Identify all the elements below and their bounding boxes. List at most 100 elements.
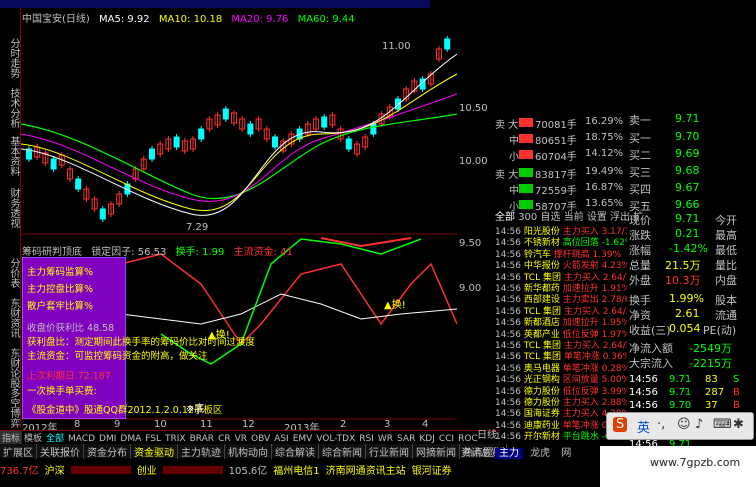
qtab-current[interactable]: 当前 xyxy=(564,212,584,223)
tab-price-table[interactable]: 分价表 xyxy=(2,258,19,288)
tab-fsl[interactable]: FSL xyxy=(143,434,163,444)
status-server-2: 济南网通资讯主站 xyxy=(325,466,406,477)
tab-industry-news[interactable]: 行业新闻 xyxy=(366,444,413,459)
candle xyxy=(50,158,57,170)
tab-brar[interactable]: BRAR xyxy=(188,434,216,444)
tab-cci[interactable]: CCI xyxy=(437,434,456,444)
tab-trix[interactable]: TRIX xyxy=(163,434,188,444)
tab-cr[interactable]: CR xyxy=(216,434,233,444)
status-server-3: 银河证券 xyxy=(411,466,452,477)
indicator-title-line: 筹码研判顶底 锁定因子: 56.53 换手: 1.99 主流资金: 41 xyxy=(22,243,293,258)
tab-vr[interactable]: VR xyxy=(233,434,249,444)
keyboard-icon[interactable]: ⌨ xyxy=(713,417,732,432)
x-tick: 2 xyxy=(340,419,347,430)
tab-technical[interactable]: 技术分析 xyxy=(2,88,19,128)
ladder-row: 买五 9.66 xyxy=(629,198,700,213)
qtab-fav[interactable]: 自选 xyxy=(540,212,560,223)
qtab-300[interactable]: 300 xyxy=(518,212,537,223)
alert-row[interactable]: 14:56 TCL 集团 主力买入 2.64/2 xyxy=(495,338,627,351)
tab-macd[interactable]: MACD xyxy=(66,434,97,444)
tab-main-track[interactable]: 主力轨迹 xyxy=(178,444,225,459)
x-tick: 3 xyxy=(384,419,391,430)
tab-kdj[interactable]: KDJ xyxy=(417,434,437,444)
order-row: 中 80651手 18.75% xyxy=(509,132,624,147)
status-volume-sh: 736.7亿 xyxy=(0,466,39,477)
tab-asi[interactable]: ASI xyxy=(272,434,291,444)
x-tick: 12 xyxy=(242,419,255,430)
tab-dmi[interactable]: DMI xyxy=(97,434,118,444)
ladder-row: 买一 9.70 xyxy=(629,130,700,145)
tab-emv[interactable]: EMV xyxy=(291,434,315,444)
settings-icon[interactable]: ✱ xyxy=(733,417,744,432)
tab-extension[interactable]: 扩展区 xyxy=(0,444,37,459)
tab-basic-info[interactable]: 基本资料 xyxy=(2,136,19,176)
alert-row[interactable]: 14:56 TCL 集团 主力买入 2.64/30 xyxy=(495,304,627,317)
tab-related-quote[interactable]: 关联报价 xyxy=(37,444,84,459)
info-row: 净资 2.61 流通 xyxy=(629,307,737,322)
tab-financial[interactable]: 财务透视 xyxy=(2,188,19,228)
alert-time: 14:56 xyxy=(495,432,521,443)
tab-time-share[interactable]: 分时走势 xyxy=(2,38,19,78)
legend-item: 上次利期日.72.187 xyxy=(27,371,111,382)
tab-overall-news[interactable]: 综合新闻 xyxy=(319,444,366,459)
alert-row[interactable]: 14:56 铃汽车 撑杆跳高 1.39% xyxy=(495,247,621,260)
tab-main-force[interactable]: 主力 xyxy=(495,448,523,459)
tab-dma[interactable]: DMA xyxy=(118,434,143,444)
tick-price: 9.71 xyxy=(669,374,692,385)
alert-row[interactable]: 14:56 西部建设 主力卖出 2.78/62 xyxy=(495,292,627,305)
ime-toolbar[interactable]: S 英 ·, ☺ ♪ ⌨ ✱ xyxy=(606,412,754,440)
tick-time: 14:56 xyxy=(629,387,658,398)
tab-sar[interactable]: SAR xyxy=(395,434,417,444)
tab-digest-news[interactable]: 网摘新闻 xyxy=(413,444,460,459)
alert-row[interactable]: 14:56 新华都药 加速拉升 1.91% xyxy=(495,281,627,294)
tab-fund-dist[interactable]: 资金分布 xyxy=(84,444,131,459)
alert-row[interactable]: 14:56 中华报份 火箭发射 4.23% xyxy=(495,258,627,271)
tab-net[interactable]: 网 xyxy=(557,448,575,459)
alert-row[interactable]: 14:56 德力股份 低位反弹 3.99% xyxy=(495,384,627,397)
ime-mode[interactable]: 英 xyxy=(637,417,650,436)
tab-vol-tdx[interactable]: VOL-TDX xyxy=(314,434,357,444)
tab-east-forum[interactable]: 东财论股 xyxy=(2,348,19,388)
qtab-all[interactable]: 全部 xyxy=(495,212,515,223)
panel-side-tab-day[interactable]: 日线 xyxy=(477,426,497,441)
x-tick: 10 xyxy=(154,419,167,430)
alert-row[interactable]: 14:56 光正钢构 区间放量 5.00% xyxy=(495,372,627,385)
tick-price: 9.71 xyxy=(669,387,692,398)
y-tick: 10.00 xyxy=(459,156,488,167)
tab-overall-read[interactable]: 综合解读 xyxy=(272,444,319,459)
alert-row[interactable]: 14:56 德力股份 主力买入 2.88% xyxy=(495,395,627,408)
tab-bull-bear[interactable]: 多空博弈 xyxy=(2,388,19,428)
emoji-icon[interactable]: ☺ xyxy=(677,417,691,432)
alert-row[interactable]: 14:56 新都酒店 加速拉升 1.95% xyxy=(495,315,627,328)
alert-row[interactable]: 14:56 英都产业 低位反弹 1.97% xyxy=(495,327,627,340)
high-annotation: 11.00 xyxy=(382,41,411,52)
qtab-float[interactable]: 浮出 xyxy=(610,212,630,223)
info-row: 涨幅 -1.42% 最低 xyxy=(629,242,737,257)
status-market[interactable]: 沪深 xyxy=(45,462,65,477)
mic-icon[interactable]: ♪ xyxy=(695,417,703,432)
tab-rsi[interactable]: RSI xyxy=(357,434,376,444)
tab-obv[interactable]: OBV xyxy=(249,434,272,444)
tab-template[interactable]: 模板 xyxy=(22,431,44,444)
market-alert-feed[interactable]: 14:56 阳光股份 主力买入 3.17/37%14:56 不锈新材 高位回落 … xyxy=(495,224,627,444)
tab-east-news[interactable]: 东财资讯 xyxy=(2,298,19,338)
tab-wr[interactable]: WR xyxy=(376,434,395,444)
alert-row[interactable]: 14:56 TCL 集团 单笔冲涨 0.36% xyxy=(495,349,627,362)
qtab-settings[interactable]: 设置 xyxy=(587,212,607,223)
status-volume-cy: 105.6亿 xyxy=(228,466,268,477)
tick-bs: B xyxy=(733,400,740,411)
tab-inst-move[interactable]: 机构动向 xyxy=(225,444,272,459)
status-chinext[interactable]: 创业 xyxy=(137,462,157,477)
indicator-turnover: 换手: 1.99 xyxy=(175,247,225,258)
tab-dragon-tiger[interactable]: 龙虎 xyxy=(526,448,554,459)
alert-row[interactable]: 14:56 不锈新材 高位回落 -1.62% xyxy=(495,235,627,248)
tick-time: 14:56 xyxy=(629,400,658,411)
right-quote-panel: 10.50 10.00 9.50 9.00 卖 大 70081手 16.29% … xyxy=(457,8,756,459)
tab-fund-drive[interactable]: 资金驱动 xyxy=(131,444,178,459)
alert-row[interactable]: 14:56 TCL 集团 主力买入 2.64/30 xyxy=(495,270,627,283)
alert-row[interactable]: 14:56 奥马电器 单笔冲涨 0.28% xyxy=(495,361,627,374)
alert-row[interactable]: 14:56 阳光股份 主力买入 3.17/37% xyxy=(495,224,627,237)
tab-indicator[interactable]: 指标 xyxy=(0,431,23,444)
tab-all[interactable]: 全部 xyxy=(44,431,66,444)
ime-punct[interactable]: ·, xyxy=(657,417,665,432)
